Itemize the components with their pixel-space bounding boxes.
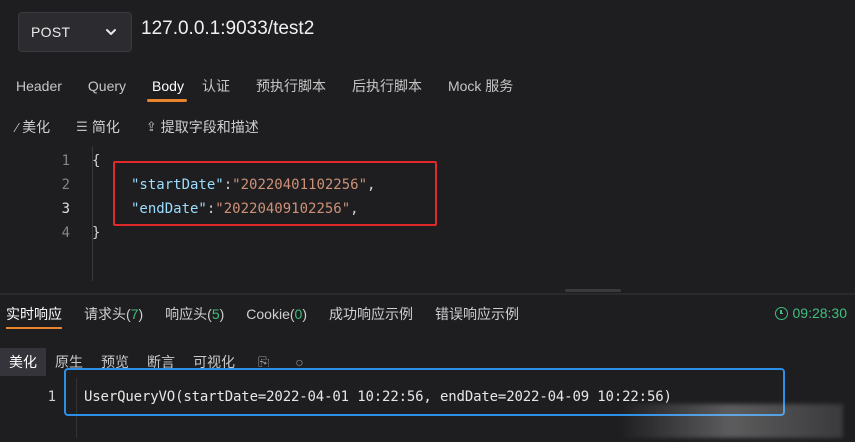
tab-label: 响应头 — [165, 306, 208, 322]
count-badge: 5 — [211, 306, 220, 322]
beautify-button[interactable]: ⁄ 美化 — [16, 117, 50, 137]
upload-icon: ⇪ — [145, 119, 157, 134]
tab-auth[interactable]: 认证 — [196, 66, 242, 106]
tab-mock-service[interactable]: Mock 服务 — [434, 66, 525, 106]
url-bar: POST 127.0.0.1:9033/test2 — [0, 0, 855, 62]
tab-success-example[interactable]: 成功响应示例 — [329, 298, 413, 330]
response-tabs: 实时响应 请求头(7) 响应头(5) Cookie(0) 成功响应示例 错误响应… — [0, 298, 855, 330]
method-label: POST — [31, 24, 71, 40]
tab-query[interactable]: Query — [74, 66, 138, 106]
tab-label: Cookie — [246, 306, 290, 322]
tab-pre-script[interactable]: 预执行脚本 — [242, 66, 338, 106]
open-brace: { — [92, 153, 101, 169]
tab-label: 错误响应示例 — [435, 306, 520, 322]
highlight-box-red — [113, 161, 437, 226]
method-select[interactable]: POST — [18, 12, 132, 52]
line-number: 1 — [47, 389, 56, 405]
tab-label: 实时响应 — [6, 306, 62, 322]
body-toolbar: ⁄ 美化 ☰ 简化 ⇪ 提取字段和描述 — [0, 112, 855, 142]
beautify-label: 美化 — [22, 119, 51, 135]
list-icon: ☰ — [76, 119, 88, 134]
tab-label: 请求头 — [84, 306, 126, 322]
panel-splitter[interactable] — [0, 293, 855, 295]
line-number: 3 — [61, 201, 70, 217]
tab-post-script[interactable]: 后执行脚本 — [338, 66, 434, 106]
simplify-button[interactable]: ☰ 简化 — [76, 117, 120, 137]
request-tabs: Header Query Body 认证 预执行脚本 后执行脚本 Mock 服务 — [0, 66, 855, 106]
tab-request-headers[interactable]: 请求头(7) — [84, 298, 143, 330]
tab-live-response[interactable]: 实时响应 — [6, 298, 62, 330]
extract-fields-button[interactable]: ⇪ 提取字段和描述 — [146, 117, 259, 137]
url-input[interactable]: 127.0.0.1:9033/test2 — [141, 18, 314, 40]
simplify-label: 简化 — [91, 119, 120, 135]
count-badge: 7 — [130, 306, 139, 322]
tab-label: 成功响应示例 — [329, 306, 414, 322]
response-time-value: 09:28:30 — [792, 305, 848, 321]
tab-body[interactable]: Body — [138, 66, 196, 106]
tab-cookie[interactable]: Cookie(0) — [246, 298, 307, 330]
tab-header[interactable]: Header — [0, 66, 74, 106]
tab-response-headers[interactable]: 响应头(5) — [165, 298, 224, 330]
tab-error-example[interactable]: 错误响应示例 — [435, 298, 519, 330]
view-beautify-button[interactable]: 美化 — [0, 348, 46, 376]
extract-fields-label: 提取字段和描述 — [160, 119, 259, 135]
line-number: 2 — [61, 177, 70, 193]
watermark — [618, 404, 843, 438]
count-badge: 0 — [294, 306, 303, 322]
chevron-down-icon — [106, 29, 116, 35]
line-number: 1 — [61, 153, 70, 169]
close-brace: } — [92, 225, 101, 241]
splitter-handle[interactable] — [565, 289, 621, 292]
clock-icon — [774, 306, 788, 320]
magic-wand-icon: ⁄ — [16, 119, 19, 135]
response-time: 09:28:30 — [774, 305, 848, 321]
line-number: 4 — [61, 225, 70, 241]
